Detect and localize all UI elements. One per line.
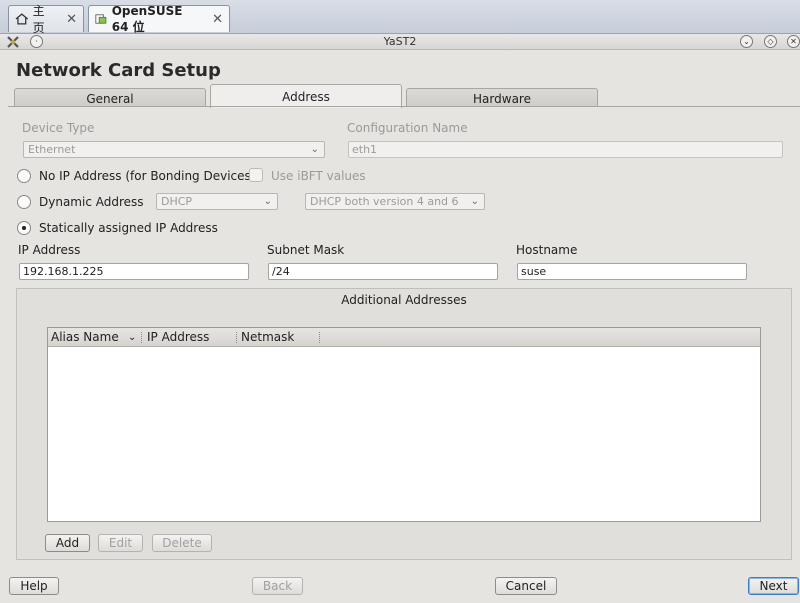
back-button[interactable]: Back bbox=[252, 577, 303, 595]
aliases-table[interactable]: Alias Name ⌄ IP Address Netmask bbox=[47, 327, 761, 522]
help-button[interactable]: Help bbox=[9, 577, 59, 595]
vm-tab-label: 主页 bbox=[32, 4, 45, 35]
edit-button[interactable]: Edit bbox=[98, 534, 143, 552]
column-separator[interactable] bbox=[319, 332, 320, 343]
vm-tab-home[interactable]: 主页 ✕ bbox=[8, 4, 84, 35]
cancel-button[interactable]: Cancel bbox=[495, 577, 557, 595]
vm-tab-strip: 主页 ✕ OpenSUSE 64 位 ✕ bbox=[0, 0, 800, 35]
next-button[interactable]: Next bbox=[748, 577, 799, 595]
close-icon[interactable]: ✕ bbox=[787, 35, 800, 48]
maximize-icon[interactable]: ◇ bbox=[764, 35, 777, 48]
chevron-down-icon: ⌄ bbox=[470, 196, 479, 207]
dhcp-mode-select[interactable]: DHCP ⌄ bbox=[156, 193, 278, 210]
close-icon[interactable]: ✕ bbox=[66, 12, 77, 27]
add-button[interactable]: Add bbox=[45, 534, 90, 552]
chevron-down-icon: ⌄ bbox=[263, 196, 272, 207]
config-name-label: Configuration Name bbox=[347, 121, 468, 135]
dhcp-version-select[interactable]: DHCP both version 4 and 6 ⌄ bbox=[305, 193, 485, 210]
tab-general[interactable]: General bbox=[14, 88, 206, 107]
column-separator[interactable] bbox=[141, 332, 142, 343]
hostname-field[interactable]: suse bbox=[517, 263, 747, 280]
use-ibft-checkbox[interactable] bbox=[249, 168, 263, 182]
static-address-radio[interactable] bbox=[17, 221, 31, 235]
column-header-ip[interactable]: IP Address bbox=[147, 328, 209, 347]
device-type-select[interactable]: Ethernet ⌄ bbox=[23, 141, 325, 158]
window-title: YaST2 bbox=[383, 35, 417, 48]
chevron-down-icon: ⌄ bbox=[310, 144, 319, 155]
dynamic-address-radio[interactable] bbox=[17, 195, 31, 209]
subnet-mask-label: Subnet Mask bbox=[267, 243, 345, 257]
delete-button[interactable]: Delete bbox=[152, 534, 212, 552]
vm-icon bbox=[95, 14, 107, 24]
no-ip-radio[interactable] bbox=[17, 169, 31, 183]
device-type-label: Device Type bbox=[22, 121, 95, 135]
hostname-label: Hostname bbox=[516, 243, 578, 257]
additional-addresses-title: Additional Addresses bbox=[341, 293, 467, 307]
column-separator[interactable] bbox=[236, 332, 237, 343]
subnet-mask-field[interactable]: /24 bbox=[268, 263, 498, 280]
ip-address-field[interactable]: 192.168.1.225 bbox=[19, 263, 249, 280]
use-ibft-label: Use iBFT values bbox=[271, 169, 366, 183]
tab-divider bbox=[8, 106, 800, 107]
dynamic-address-label: Dynamic Address bbox=[39, 195, 144, 209]
config-name-field[interactable]: eth1 bbox=[348, 141, 783, 158]
table-header: Alias Name ⌄ IP Address Netmask bbox=[48, 328, 760, 347]
minimize-icon[interactable]: ⌄ bbox=[740, 35, 753, 48]
vm-tab-label: OpenSUSE 64 位 bbox=[111, 3, 183, 34]
column-header-netmask[interactable]: Netmask bbox=[241, 328, 294, 347]
vm-tab-opensuse[interactable]: OpenSUSE 64 位 ✕ bbox=[88, 3, 230, 34]
column-header-alias[interactable]: Alias Name bbox=[51, 328, 119, 347]
page-title: Network Card Setup bbox=[16, 60, 221, 81]
close-icon[interactable]: ✕ bbox=[212, 12, 223, 27]
sort-chevron-icon: ⌄ bbox=[128, 332, 137, 343]
ip-address-label: IP Address bbox=[18, 243, 81, 257]
no-ip-label: No IP Address (for Bonding Devices) bbox=[39, 169, 256, 183]
tab-address[interactable]: Address bbox=[210, 84, 402, 108]
title-bar: · YaST2 ⌄ ◇ ✕ bbox=[0, 34, 800, 50]
home-icon bbox=[15, 13, 29, 25]
static-address-label: Statically assigned IP Address bbox=[39, 221, 218, 235]
tab-hardware[interactable]: Hardware bbox=[406, 88, 598, 107]
